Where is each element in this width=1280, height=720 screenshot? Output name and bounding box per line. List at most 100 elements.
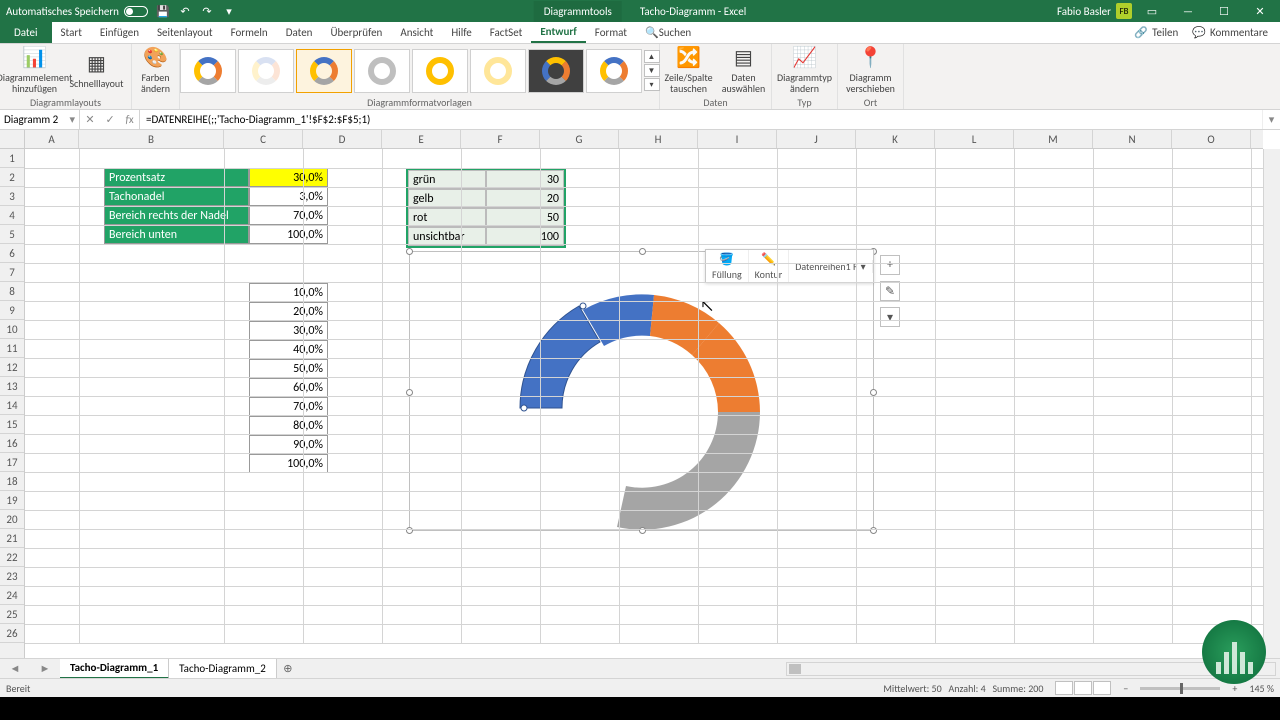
fx-icon[interactable]: fx [125, 113, 133, 126]
table-cell[interactable]: 30,0% [249, 321, 328, 340]
row-header-8[interactable]: 8 [0, 282, 24, 301]
row-header-9[interactable]: 9 [0, 301, 24, 320]
tab-daten[interactable]: Daten [277, 22, 322, 43]
tab-formeln[interactable]: Formeln [222, 22, 277, 43]
ribbon-options-icon[interactable]: ▭ [1136, 0, 1168, 22]
table-cell[interactable]: 30,0% [249, 168, 328, 187]
style-6[interactable] [470, 49, 526, 93]
table-cell[interactable]: 60,0% [249, 378, 328, 397]
worksheet-grid[interactable]: ABCDEFGHIJKLMNO 123456789101112131415161… [0, 130, 1280, 658]
zoom-level[interactable]: 145 % [1249, 682, 1274, 695]
switch-row-col-button[interactable]: 🔀Zeile/Spalte tauschen [662, 43, 716, 96]
col-header-L[interactable]: L [935, 130, 1014, 148]
fill-button[interactable]: 🪣Füllung [706, 250, 749, 283]
context-tab[interactable]: Diagrammtools [534, 1, 622, 22]
col-header-H[interactable]: H [619, 130, 698, 148]
col-header-K[interactable]: K [856, 130, 935, 148]
row-header-13[interactable]: 13 [0, 377, 24, 396]
col-header-J[interactable]: J [777, 130, 856, 148]
table-cell[interactable]: 100,0% [249, 454, 328, 473]
style-7[interactable] [528, 49, 584, 93]
tab-datei[interactable]: Datei [0, 22, 52, 43]
chart-elements-button[interactable]: + [880, 255, 900, 275]
quick-layout-button[interactable]: ▦Schnelllayout [67, 49, 127, 91]
table-cell[interactable]: 70,0% [249, 397, 328, 416]
tab-hilfe[interactable]: Hilfe [442, 22, 480, 43]
chart-object[interactable] [409, 251, 874, 531]
tab-einfuegen[interactable]: Einfügen [91, 22, 148, 43]
col-header-N[interactable]: N [1093, 130, 1172, 148]
tab-entwurf[interactable]: Entwurf [531, 22, 585, 43]
style-3[interactable] [296, 49, 352, 93]
autosave-toggle[interactable]: Automatisches Speichern [6, 5, 148, 18]
table-cell[interactable]: 50,0% [249, 359, 328, 378]
col-header-M[interactable]: M [1014, 130, 1093, 148]
sheet-nav[interactable]: ◄► [0, 662, 60, 675]
table-cell[interactable]: Tachonadel [104, 187, 249, 206]
minimize-button[interactable]: — [1172, 0, 1204, 22]
row-header-10[interactable]: 10 [0, 320, 24, 339]
close-button[interactable]: ✕ [1244, 0, 1276, 22]
row-header-24[interactable]: 24 [0, 586, 24, 605]
select-data-button[interactable]: ▤Daten auswählen [718, 43, 770, 96]
col-header-F[interactable]: F [461, 130, 540, 148]
row-header-14[interactable]: 14 [0, 396, 24, 415]
col-header-G[interactable]: G [540, 130, 619, 148]
tab-seitenlayout[interactable]: Seitenlayout [148, 22, 222, 43]
row-header-20[interactable]: 20 [0, 510, 24, 529]
tab-ueberpruefen[interactable]: Überprüfen [321, 22, 391, 43]
table-cell[interactable]: Bereich rechts der Nadel [104, 206, 249, 225]
table-cell[interactable]: 20,0% [249, 302, 328, 321]
row-header-22[interactable]: 22 [0, 548, 24, 567]
col-header-D[interactable]: D [303, 130, 382, 148]
sheet-tab-2[interactable]: Tacho-Diagramm_2 [169, 659, 277, 679]
col-header-C[interactable]: C [224, 130, 303, 148]
row-header-15[interactable]: 15 [0, 415, 24, 434]
horizontal-scrollbar[interactable] [786, 662, 1276, 676]
style-2[interactable] [238, 49, 294, 93]
row-header-12[interactable]: 12 [0, 358, 24, 377]
col-header-B[interactable]: B [79, 130, 224, 148]
formula-input[interactable]: =DATENREIHE(;;'Tacho-Diagramm_1'!$F$2:$F… [140, 110, 1262, 129]
row-header-5[interactable]: 5 [0, 225, 24, 244]
col-header-A[interactable]: A [25, 130, 79, 148]
confirm-icon[interactable]: ✓ [105, 113, 114, 126]
donut-chart[interactable] [410, 252, 875, 532]
change-colors-button[interactable]: 🎨Farben ändern [134, 43, 178, 96]
cancel-icon[interactable]: ✕ [85, 113, 94, 126]
chart-filter-button[interactable]: ▾ [880, 307, 900, 327]
undo-icon[interactable]: ↶ [178, 4, 192, 18]
row-header-1[interactable]: 1 [0, 149, 24, 168]
search-box[interactable]: 🔍 Suchen [636, 22, 700, 43]
row-header-17[interactable]: 17 [0, 453, 24, 472]
table-cell[interactable]: 40,0% [249, 340, 328, 359]
formula-expand-icon[interactable]: ▾ [1262, 110, 1280, 129]
table-cell[interactable]: Prozentsatz [104, 168, 249, 187]
maximize-button[interactable]: ☐ [1208, 0, 1240, 22]
name-box[interactable]: Diagramm 2▾ [0, 110, 80, 129]
add-sheet-button[interactable]: ⊕ [277, 662, 299, 675]
row-header-3[interactable]: 3 [0, 187, 24, 206]
tab-ansicht[interactable]: Ansicht [391, 22, 442, 43]
comments-button[interactable]: 💬 Kommentare [1192, 26, 1268, 39]
style-1[interactable] [180, 49, 236, 93]
table-cell[interactable]: Bereich unten [104, 225, 249, 244]
col-header-E[interactable]: E [382, 130, 461, 148]
table-cell[interactable]: 90,0% [249, 435, 328, 454]
sheet-tab-1[interactable]: Tacho-Diagramm_1 [60, 659, 169, 679]
save-icon[interactable]: 💾 [156, 4, 170, 18]
table-cell[interactable]: 3,0% [249, 187, 328, 206]
table-cell[interactable]: 70,0% [249, 206, 328, 225]
move-chart-button[interactable]: 📍Diagramm verschieben [841, 43, 901, 96]
row-header-19[interactable]: 19 [0, 491, 24, 510]
style-5[interactable] [412, 49, 468, 93]
table-cell[interactable]: 80,0% [249, 416, 328, 435]
tab-format[interactable]: Format [586, 22, 636, 43]
row-header-2[interactable]: 2 [0, 168, 24, 187]
redo-icon[interactable]: ↷ [200, 4, 214, 18]
table-cell[interactable]: 100,0% [249, 225, 328, 244]
col-header-I[interactable]: I [698, 130, 777, 148]
style-4[interactable] [354, 49, 410, 93]
user-account[interactable]: Fabio Basler FB [1057, 3, 1132, 19]
vertical-scrollbar[interactable] [1263, 149, 1280, 658]
